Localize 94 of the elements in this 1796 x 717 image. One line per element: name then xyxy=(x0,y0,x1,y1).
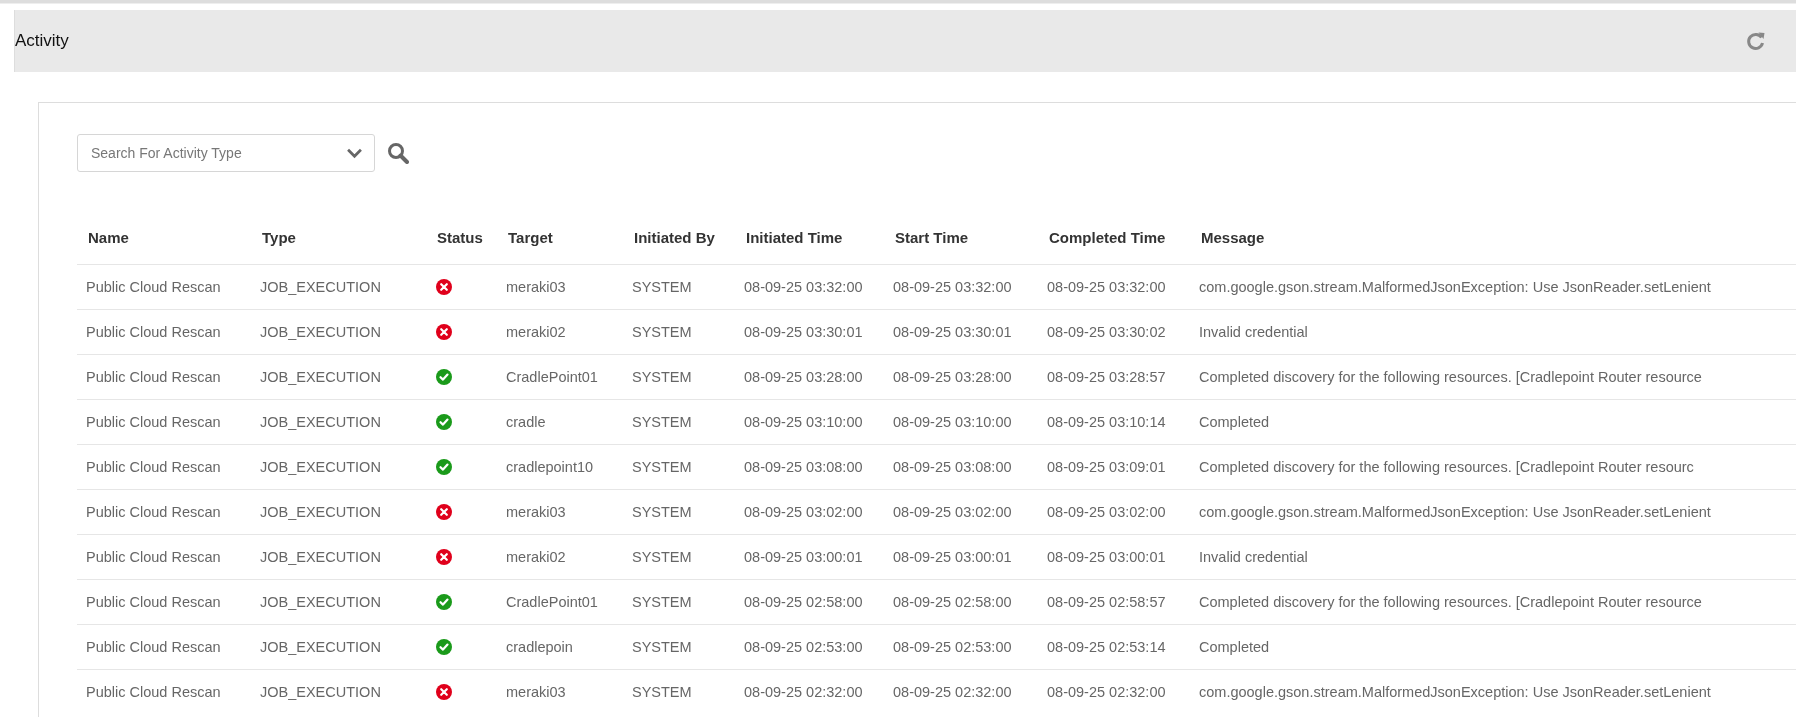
target-cell-text: meraki03 xyxy=(505,279,567,295)
search-icon[interactable] xyxy=(387,142,409,164)
activity-type-field[interactable]: Search For Activity Type xyxy=(77,134,375,172)
initiated-time-cell-text: 08-09-25 03:08:00 xyxy=(743,459,864,475)
column-header: Type xyxy=(261,228,297,246)
target-cell-text: CradlePoint01 xyxy=(505,369,599,385)
type-cell-text: JOB_EXECUTION xyxy=(259,324,382,340)
message-cell-text: Completed xyxy=(1198,639,1271,655)
start-time-cell-text: 08-09-25 03:28:00 xyxy=(892,369,1013,385)
initiated-time-cell-text: 08-09-25 02:58:00 xyxy=(743,594,864,610)
completed-time-cell-text: 08-09-25 03:32:00 xyxy=(1046,279,1167,295)
column-header: Name xyxy=(87,228,130,246)
chevron-down-icon xyxy=(346,148,363,159)
start-time-cell-text: 08-09-25 03:00:01 xyxy=(892,549,1013,565)
initiated-time-cell-text: 08-09-25 03:30:01 xyxy=(743,324,864,340)
start-time-cell-text: 08-09-25 03:02:00 xyxy=(892,504,1013,520)
name-cell-text: Public Cloud Rescan xyxy=(85,504,222,520)
initiated-time-cell-text: 08-09-25 02:32:00 xyxy=(743,684,864,700)
type-cell-text: JOB_EXECUTION xyxy=(259,369,382,385)
target-cell-text: cradle xyxy=(505,414,547,430)
start-time-cell-text: 08-09-25 03:30:01 xyxy=(892,324,1013,340)
initiated-by-cell-text: SYSTEM xyxy=(631,504,693,520)
message-cell-text: Completed discovery for the following resources. [Cradlepoint Router resourc xyxy=(1198,459,1695,475)
type-cell-text: JOB_EXECUTION xyxy=(259,594,382,610)
name-cell-text: Public Cloud Rescan xyxy=(85,684,222,700)
type-cell-text: JOB_EXECUTION xyxy=(259,504,382,520)
initiated-time-cell-text: 08-09-25 03:28:00 xyxy=(743,369,864,385)
start-time-cell-text: 08-09-25 03:08:00 xyxy=(892,459,1013,475)
message-cell-text: Completed discovery for the following resources. [Cradlepoint Router resource xyxy=(1198,594,1703,610)
message-cell-text: Completed xyxy=(1198,414,1271,430)
completed-time-cell-text: 08-09-25 03:28:57 xyxy=(1046,369,1167,385)
name-cell-text: Public Cloud Rescan xyxy=(85,369,222,385)
name-cell-text: Public Cloud Rescan xyxy=(85,414,222,430)
completed-time-cell-text: 08-09-25 03:02:00 xyxy=(1046,504,1167,520)
name-cell-text: Public Cloud Rescan xyxy=(85,459,222,475)
initiated-time-cell-text: 08-09-25 02:53:00 xyxy=(743,639,864,655)
initiated-by-cell-text: SYSTEM xyxy=(631,279,693,295)
type-cell-text: JOB_EXECUTION xyxy=(259,459,382,475)
type-cell-text: JOB_EXECUTION xyxy=(259,639,382,655)
initiated-by-cell-text: SYSTEM xyxy=(631,324,693,340)
completed-time-cell-text: 08-09-25 03:09:01 xyxy=(1046,459,1167,475)
initiated-time-cell-text: 08-09-25 03:00:01 xyxy=(743,549,864,565)
message-cell-text: com.google.gson.stream.MalformedJsonException: Use JsonReader.setLenient xyxy=(1198,684,1712,700)
target-cell-text: meraki02 xyxy=(505,549,567,565)
completed-time-cell-text: 08-09-25 03:10:14 xyxy=(1046,414,1167,430)
completed-time-cell-text: 08-09-25 02:32:00 xyxy=(1046,684,1167,700)
name-cell-text: Public Cloud Rescan xyxy=(85,594,222,610)
initiated-by-cell-text: SYSTEM xyxy=(631,549,693,565)
initiated-by-cell-text: SYSTEM xyxy=(631,369,693,385)
initiated-by-cell-text: SYSTEM xyxy=(631,639,693,655)
type-cell-text: JOB_EXECUTION xyxy=(259,279,382,295)
initiated-time-cell-text: 08-09-25 03:32:00 xyxy=(743,279,864,295)
column-header: Initiated By xyxy=(633,228,716,246)
column-header: Start Time xyxy=(894,228,970,246)
page-title: Activity xyxy=(15,31,69,51)
completed-time-cell-text: 08-09-25 03:00:01 xyxy=(1046,549,1167,565)
column-header: Initiated Time xyxy=(745,228,844,246)
message-cell-text: com.google.gson.stream.MalformedJsonException: Use JsonReader.setLenient xyxy=(1198,279,1712,295)
initiated-by-cell-text: SYSTEM xyxy=(631,594,693,610)
target-cell-text: meraki03 xyxy=(505,504,567,520)
column-header: Status xyxy=(436,228,484,246)
start-time-cell-text: 08-09-25 02:32:00 xyxy=(892,684,1013,700)
type-cell-text: JOB_EXECUTION xyxy=(259,684,382,700)
start-time-cell-text: 08-09-25 03:10:00 xyxy=(892,414,1013,430)
target-cell-text: CradlePoint01 xyxy=(505,594,599,610)
target-cell-text: cradlepoint10 xyxy=(505,459,595,475)
name-cell-text: Public Cloud Rescan xyxy=(85,639,222,655)
column-header: Target xyxy=(507,228,554,246)
refresh-icon[interactable] xyxy=(1746,31,1766,51)
name-cell-text: Public Cloud Rescan xyxy=(85,549,222,565)
initiated-by-cell-text: SYSTEM xyxy=(631,414,693,430)
message-cell-text: Completed discovery for the following resources. [Cradlepoint Router resource xyxy=(1198,369,1703,385)
completed-time-cell-text: 08-09-25 02:58:57 xyxy=(1046,594,1167,610)
target-cell-text: meraki02 xyxy=(505,324,567,340)
name-cell-text: Public Cloud Rescan xyxy=(85,324,222,340)
message-cell-text: Invalid credential xyxy=(1198,549,1309,565)
initiated-by-cell-text: SYSTEM xyxy=(631,684,693,700)
target-cell-text: cradlepoin xyxy=(505,639,574,655)
message-cell-text: com.google.gson.stream.MalformedJsonException: Use JsonReader.setLenient xyxy=(1198,504,1712,520)
type-cell-text: JOB_EXECUTION xyxy=(259,414,382,430)
start-time-cell-text: 08-09-25 03:32:00 xyxy=(892,279,1013,295)
initiated-by-cell-text: SYSTEM xyxy=(631,459,693,475)
completed-time-cell-text: 08-09-25 02:53:14 xyxy=(1046,639,1167,655)
column-header: Completed Time xyxy=(1048,228,1167,246)
column-header: Message xyxy=(1200,228,1266,246)
target-cell-text: meraki03 xyxy=(505,684,567,700)
start-time-cell-text: 08-09-25 02:58:00 xyxy=(892,594,1013,610)
name-cell-text: Public Cloud Rescan xyxy=(85,279,222,295)
type-cell-text: JOB_EXECUTION xyxy=(259,549,382,565)
initiated-time-cell-text: 08-09-25 03:02:00 xyxy=(743,504,864,520)
initiated-time-cell-text: 08-09-25 03:10:00 xyxy=(743,414,864,430)
completed-time-cell-text: 08-09-25 03:30:02 xyxy=(1046,324,1167,340)
message-cell-text: Invalid credential xyxy=(1198,324,1309,340)
start-time-cell-text: 08-09-25 02:53:00 xyxy=(892,639,1013,655)
